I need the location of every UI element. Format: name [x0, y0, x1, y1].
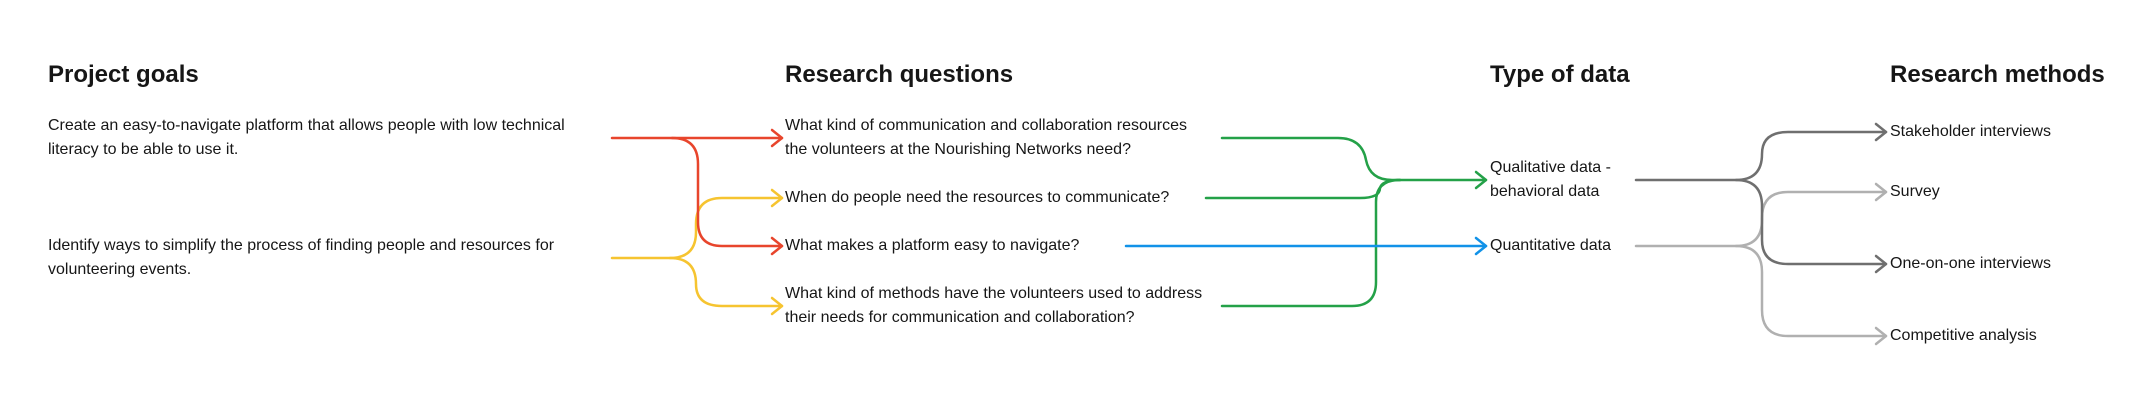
column-title-project-goals: Project goals — [48, 61, 199, 88]
question-4-text: What kind of methods have the volunteers… — [785, 285, 1203, 326]
column-title-type-of-data: Type of data — [1490, 61, 1630, 88]
qualitative-method-connectors — [1634, 122, 1888, 274]
column-title-research-questions: Research questions — [785, 61, 1014, 88]
data-type-quantitative: Quantitative data — [1490, 237, 1611, 254]
method-competitive-analysis: Competitive analysis — [1890, 327, 2037, 344]
data-type-qualitative: Qualitative data - behavioral data — [1490, 159, 1611, 200]
column-title-research-methods: Research methods — [1890, 61, 2105, 88]
goal-1-text: Create an easy-to-navigate platform that… — [48, 117, 565, 158]
connector-quant-competitive — [1734, 244, 1888, 338]
question-2-text: When do people need the resources to com… — [785, 189, 1170, 206]
method-stakeholder-interviews: Stakeholder interviews — [1890, 123, 2051, 140]
goal-2-text: Identify ways to simplify the process of… — [48, 237, 555, 278]
connector-goal2-q4 — [668, 256, 784, 308]
connector-qual-stakeholder — [1634, 130, 1888, 182]
method-survey: Survey — [1890, 183, 1940, 200]
question-3-text: What makes a platform easy to navigate? — [785, 237, 1080, 254]
question-1-text: What kind of communication and collabora… — [785, 117, 1187, 158]
connector-q2-qualitative — [1204, 178, 1402, 200]
connector-goal1-q3 — [670, 136, 784, 248]
method-one-on-one-interviews: One-on-one interviews — [1890, 255, 2051, 272]
connector-q1-qualitative — [1220, 136, 1488, 182]
qualitative-connectors — [1204, 136, 1488, 308]
